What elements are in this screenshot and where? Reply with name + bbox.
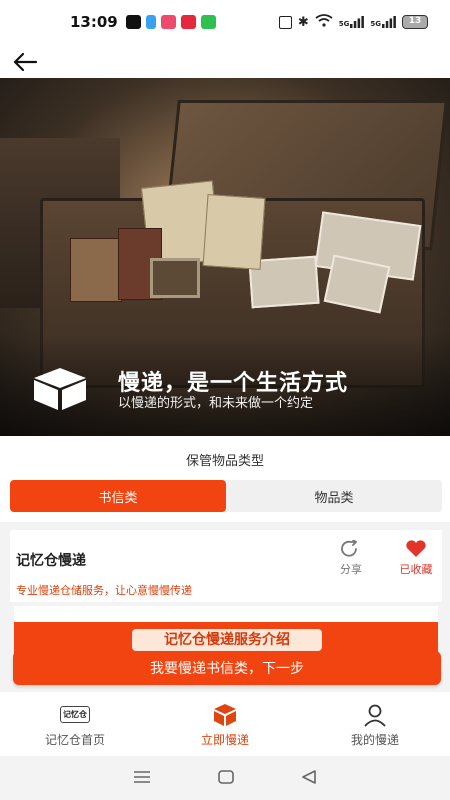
favorite-button[interactable]: 已收藏 [391,540,441,577]
tab-items[interactable]: 物品类 [226,480,442,512]
favorite-label: 已收藏 [399,563,433,576]
tab-send-now-label: 立即慢递 [200,732,249,747]
menu-icon[interactable] [133,769,151,788]
person-icon [364,704,386,727]
signal-icon: 5G [339,16,365,28]
back-button[interactable] [10,48,40,76]
tab-home[interactable]: 记忆仓 记忆仓首页 [0,692,150,756]
hero-banner: 慢递，是一个生活方式 以慢递的形式，和未来做一个约定 [0,78,450,436]
intro-section: 记忆仓慢递服务介绍 [14,606,438,656]
wifi-icon [315,14,333,30]
tab-send-now[interactable]: 立即慢递 [150,692,300,756]
item-type-tabs: 书信类 物品类 [10,480,442,512]
item-type-section: 保管物品类型 书信类 物品类 [0,436,450,522]
redbook-icon [180,15,196,29]
status-app-icons [125,15,216,29]
share-label: 分享 [340,563,362,576]
home-logo-icon: 记忆仓 [60,706,90,723]
signal-icon-2: 5G [370,16,396,28]
status-time: 13:09 [70,13,118,31]
bluetooth-icon: ✱ [297,14,309,30]
arrow-left-icon [13,52,38,72]
network-label: 5G [338,20,350,28]
tab-home-label: 记忆仓首页 [44,732,105,747]
app-badge-icon [160,15,176,29]
top-bar [0,44,450,78]
system-navigation-bar [0,756,450,800]
status-right: ✱ 5G 5G 13 [278,14,428,30]
service-name: 记忆仓慢递 [16,553,86,569]
status-bar: 13:09 ✱ 5G 5G 13 [0,0,450,44]
package-icon [214,703,236,726]
tab-my-deliveries[interactable]: 我的慢递 [300,692,450,756]
box-logo-icon [30,366,90,416]
share-icon [341,540,358,557]
nfc-icon [278,15,292,29]
tab-my-deliveries-label: 我的慢递 [350,732,399,747]
app-screen: 13:09 ✱ 5G 5G 13 慢递，是一个生活方式 以慢递的形式，和未来做一… [0,0,450,800]
hero-clock [150,258,200,298]
message-icon [200,15,216,29]
next-step-button[interactable]: 我要慢递书信类，下一步 [13,651,441,685]
item-type-title: 保管物品类型 [185,454,264,469]
intro-banner-label: 记忆仓慢递服务介绍 [132,629,322,651]
back-triangle-icon[interactable] [301,769,317,788]
bottom-tab-bar: 记忆仓 记忆仓首页 立即慢递 我的慢递 [0,692,450,756]
share-button[interactable]: 分享 [326,540,376,577]
tab-letters[interactable]: 书信类 [10,480,226,512]
network-label-2: 5G [370,20,381,28]
battery-icon: 13 [402,15,428,29]
play-icon [145,15,156,29]
hero-letter-2 [202,194,266,270]
service-card: 记忆仓慢递 分享 已收藏 专业慢递仓储服务，让心意慢慢传递 [10,530,442,602]
hero-subline: 以慢递的形式，和未来做一个约定 [118,396,314,411]
tiktok-icon [125,15,141,29]
heart-icon [406,540,426,557]
home-square-icon[interactable] [218,769,234,788]
hero-book [70,238,122,302]
service-description: 专业慢递仓储服务，让心意慢慢传递 [16,584,192,597]
